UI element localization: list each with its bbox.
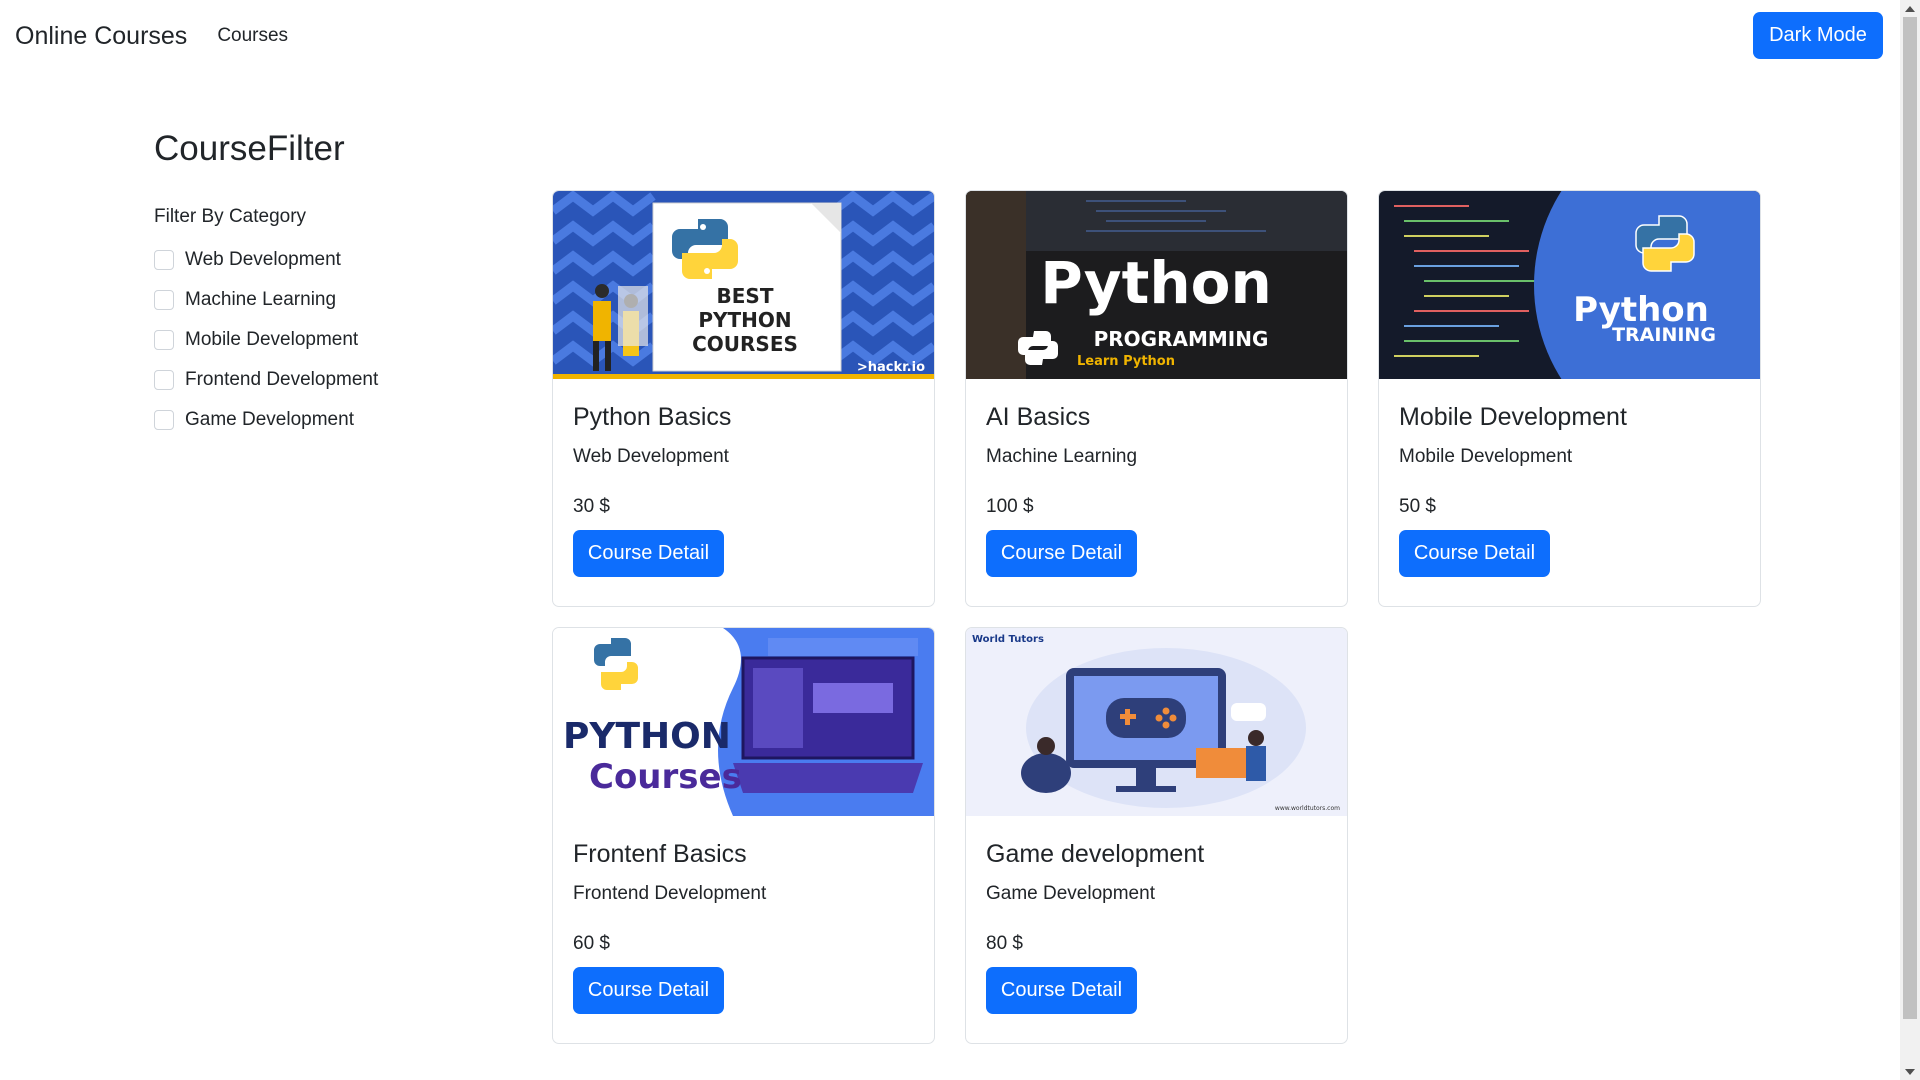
checkbox[interactable] [154,290,174,310]
filter-category-label: Filter By Category [154,206,307,227]
course-card-game-development: World Tutors www.worldtutors.com Game de… [965,627,1348,1044]
filter-item-machine-learning[interactable]: Machine Learning [154,280,378,320]
course-detail-button[interactable]: Course Detail [986,967,1137,1014]
course-price: 80 $ [986,933,1023,954]
filter-item-label: Game Development [185,409,354,430]
svg-text:Python: Python [1040,249,1272,317]
svg-text:>hackr.io: >hackr.io [857,360,925,375]
checkbox[interactable] [154,250,174,270]
filter-item-label: Mobile Development [185,329,359,350]
course-title: Python Basics [573,403,732,431]
course-card-frontend-basics: PYTHON Courses Frontenf Basics Frontend … [552,627,935,1044]
course-price: 30 $ [573,496,610,517]
course-category: Machine Learning [986,446,1138,467]
nav-link-courses[interactable]: Courses [217,25,288,47]
navbar: Online Courses Courses Dark Mode [0,0,1900,72]
brand-link[interactable]: Online Courses [15,22,187,51]
scroll-up-arrow-icon[interactable] [1900,0,1920,17]
course-card-python-basics: BEST PYTHON COURSES >hackr.io Python Bas… [552,190,935,607]
course-detail-button[interactable]: Course Detail [1399,530,1550,577]
filter-item-label: Frontend Development [185,369,379,390]
filter-item-label: Web Development [185,249,341,270]
course-category: Game Development [986,883,1155,904]
svg-text:Learn Python: Learn Python [1077,354,1175,369]
course-card-mobile-development: Python TRAINING Mobile Development Mobil… [1378,190,1761,607]
course-detail-button[interactable]: Course Detail [573,967,724,1014]
scrollbar[interactable] [1900,0,1920,1080]
svg-text:PROGRAMMING: PROGRAMMING [1094,327,1269,351]
course-price: 50 $ [1399,496,1436,517]
course-category: Mobile Development [1399,446,1573,467]
filter-item-label: Machine Learning [185,289,337,310]
course-title: Game development [986,840,1205,868]
svg-text:BEST: BEST [717,284,774,308]
course-category: Frontend Development [573,883,767,904]
filter-title: CourseFilter [154,129,345,168]
svg-text:COURSES: COURSES [692,332,798,356]
gamepad-icon [1106,698,1186,738]
course-price: 60 $ [573,933,610,954]
dark-mode-button[interactable]: Dark Mode [1753,12,1883,59]
course-title: Mobile Development [1399,403,1627,431]
course-price: 100 $ [986,496,1034,517]
course-image: PYTHON Courses [553,628,934,816]
course-image: World Tutors www.worldtutors.com [966,628,1347,816]
course-detail-button[interactable]: Course Detail [986,530,1137,577]
scroll-down-arrow-icon[interactable] [1900,1063,1920,1080]
course-image: BEST PYTHON COURSES >hackr.io [553,191,934,379]
course-image: Python PROGRAMMING Learn Python [966,191,1347,379]
course-title: AI Basics [986,403,1091,431]
course-grid: BEST PYTHON COURSES >hackr.io Python Bas… [552,190,1762,1050]
svg-text:PYTHON: PYTHON [698,308,791,332]
checkbox[interactable] [154,330,174,350]
filter-item-mobile-development[interactable]: Mobile Development [154,320,378,360]
course-category: Web Development [573,446,729,467]
filter-item-frontend-development[interactable]: Frontend Development [154,360,378,400]
svg-text:PYTHON: PYTHON [563,716,731,757]
svg-text:Courses: Courses [589,757,742,797]
filter-item-web-development[interactable]: Web Development [154,240,378,280]
course-title: Frontenf Basics [573,840,747,868]
category-filter-list: Web Development Machine Learning Mobile … [154,240,378,440]
svg-text:www.worldtutors.com: www.worldtutors.com [1275,805,1340,812]
svg-text:TRAINING: TRAINING [1612,324,1716,346]
course-image: Python TRAINING [1379,191,1760,379]
filter-item-game-development[interactable]: Game Development [154,400,378,440]
scrollbar-thumb[interactable] [1903,17,1917,1019]
course-card-ai-basics: Python PROGRAMMING Learn Python AI Basic… [965,190,1348,607]
course-detail-button[interactable]: Course Detail [573,530,724,577]
checkbox[interactable] [154,410,174,430]
checkbox[interactable] [154,370,174,390]
svg-text:World Tutors: World Tutors [972,634,1044,645]
